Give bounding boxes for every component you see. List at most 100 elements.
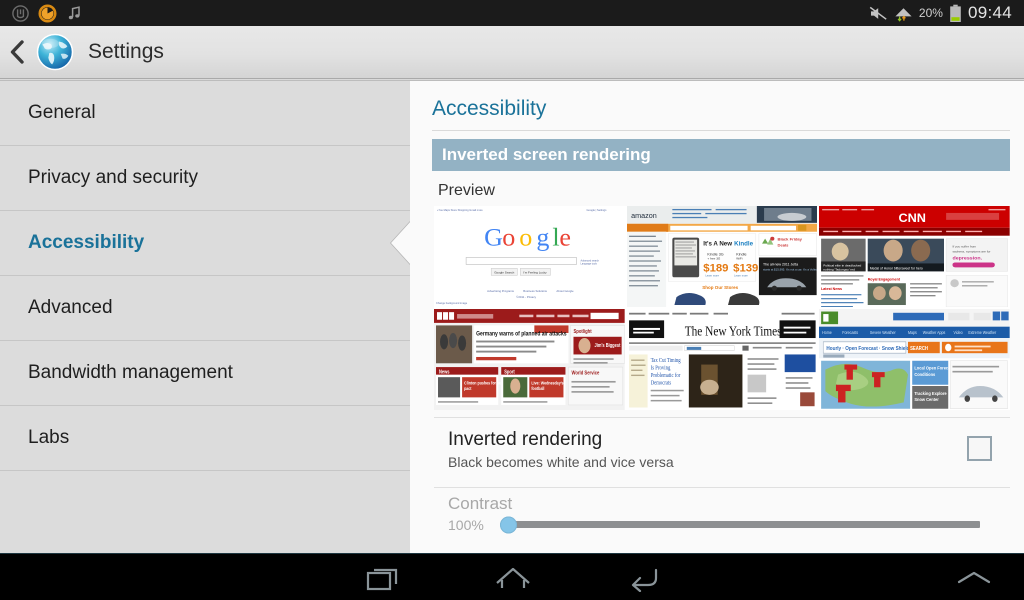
sidebar-item-privacy-and-security[interactable]: Privacy and security <box>0 146 410 211</box>
svg-text:Medal of Honor bittersweet for: Medal of Honor bittersweet for hero <box>870 266 923 270</box>
inverted-rendering-row[interactable]: Inverted rendering Black becomes white a… <box>434 418 1010 480</box>
chevron-up-icon <box>957 571 991 583</box>
svg-text:Germany warns of planned air a: Germany warns of planned air attacks <box>476 331 566 338</box>
svg-text:Jim's Biggest: Jim's Biggest <box>595 342 621 348</box>
content-area: General Privacy and security Accessibili… <box>0 80 1024 600</box>
sidebar-item-label: General <box>28 102 96 123</box>
svg-text:Weather Apps: Weather Apps <box>923 330 946 335</box>
contrast-label: Contrast <box>448 493 513 513</box>
expand-notifications-button[interactable] <box>939 554 1009 600</box>
svg-text:Forecasts: Forecasts <box>843 330 859 335</box>
svg-text:Business Solutions: Business Solutions <box>523 289 547 293</box>
page-title: Settings <box>88 40 164 63</box>
svg-text:Hourly · Open Forecast · Snow: Hourly · Open Forecast · Snow Shield <box>827 346 910 353</box>
svg-text:o: o <box>519 223 532 252</box>
svg-text:News: News <box>439 369 450 375</box>
sidebar-item-label: Accessibility <box>28 232 145 253</box>
svg-text:Learn more: Learn more <box>734 273 748 277</box>
sidebar-item-accessibility[interactable]: Accessibility <box>0 211 411 276</box>
new-york-times-thumbnail: The New York Times Tax Cut Timing Is Pro… <box>626 309 818 410</box>
amazon-homepage-thumbnail: amazon It's A New Kindle Kindle 3G Kindl… <box>626 206 818 307</box>
svg-text:The New York Times: The New York Times <box>684 323 781 338</box>
music-note-icon <box>68 5 80 19</box>
google-homepage-thumbnail: +You Maps Store Shopping Gmail more Goog… <box>434 206 625 307</box>
svg-text:CNN: CNN <box>899 211 927 225</box>
volume-muted-icon <box>869 6 887 20</box>
svg-text:nothing 'Tadongso' red: nothing 'Tadongso' red <box>824 267 856 271</box>
sidebar-item-bandwidth-management[interactable]: Bandwidth management <box>0 341 410 406</box>
contrast-slider[interactable] <box>500 516 980 534</box>
sidebar-item-label: Advanced <box>28 297 113 318</box>
inverted-rendering-texts: Inverted rendering Black becomes white a… <box>448 428 967 470</box>
svg-text:Advertising Programs: Advertising Programs <box>487 289 514 293</box>
svg-text:I'm Feeling Lucky: I'm Feeling Lucky <box>523 270 547 274</box>
back-button-nav[interactable] <box>598 554 688 600</box>
system-navigation-bar <box>0 553 1024 600</box>
svg-text:World Service: World Service <box>571 370 599 377</box>
settings-sidebar: General Privacy and security Accessibili… <box>0 80 411 600</box>
svg-text:Google | Settings: Google | Settings <box>587 208 608 212</box>
status-bar: 20% 09:44 <box>0 0 1024 26</box>
svg-text:pact: pact <box>464 385 472 391</box>
back-arrow-icon <box>631 568 658 592</box>
inverted-rendering-subtitle: Black becomes white and vice versa <box>448 453 674 470</box>
svg-text:Kindle: Kindle <box>734 242 753 248</box>
recent-apps-icon <box>366 568 398 590</box>
svg-text:Extreme Weather: Extreme Weather <box>969 330 998 335</box>
title-bar: Settings <box>0 26 1024 79</box>
svg-text:Sport: Sport <box>504 369 515 375</box>
contrast-slider-thumb[interactable] <box>500 516 517 534</box>
svg-text:sadness, symptoms are for: sadness, symptoms are for <box>953 250 991 254</box>
svg-text:Shop Our Stores: Shop Our Stores <box>702 285 738 290</box>
battery-percent-label: 20% <box>918 6 943 20</box>
svg-text:$189: $189 <box>703 263 728 275</box>
clock-label: 09:44 <box>967 3 1012 22</box>
svg-text:Tax Cut Timing: Tax Cut Timing <box>650 358 680 365</box>
panel-heading: Accessibility <box>432 81 1010 131</box>
svg-text:Latest News: Latest News <box>821 287 842 291</box>
svg-text:Royal Engagement: Royal Engagement <box>868 277 901 281</box>
svg-text:SEARCH: SEARCH <box>910 346 928 351</box>
back-button[interactable] <box>0 26 34 79</box>
battery-icon <box>950 4 961 22</box>
selected-item-pointer-icon <box>391 221 411 265</box>
svg-text:+ free 3G: + free 3G <box>707 257 721 261</box>
svg-text:Democrats: Democrats <box>650 380 671 387</box>
inverted-rendering-checkbox[interactable] <box>967 436 992 462</box>
status-bar-system-icons[interactable]: 20% 09:44 <box>869 3 1024 23</box>
sidebar-item-general[interactable]: General <box>0 81 410 146</box>
bbc-news-thumbnail: Germany warns of planned air attacks Spo… <box>434 309 625 410</box>
status-bar-notifications[interactable] <box>0 4 83 23</box>
svg-text:If you suffer from: If you suffer from <box>953 245 977 249</box>
svg-text:Black Friday: Black Friday <box>777 237 802 242</box>
home-button[interactable] <box>468 554 558 600</box>
sidebar-item-labs[interactable]: Labs <box>0 406 410 471</box>
svg-text:Maps: Maps <box>908 330 917 335</box>
svg-text:Language tools: Language tools <box>581 262 598 265</box>
tablet-screen: 20% 09:44 Settings General Privacy and s… <box>0 0 1024 600</box>
svg-text:Spotlight: Spotlight <box>573 329 592 336</box>
sidebar-item-advanced[interactable]: Advanced <box>0 276 410 341</box>
recent-apps-button[interactable] <box>338 554 428 600</box>
svg-text:Video: Video <box>954 330 964 335</box>
svg-text:+You Maps Store Shopping Gmail: +You Maps Store Shopping Gmail more <box>437 208 483 212</box>
svg-text:Conditions: Conditions <box>915 372 936 377</box>
svg-text:Snow Center: Snow Center <box>915 397 940 402</box>
sidebar-item-label: Labs <box>28 427 70 448</box>
app-badge-icon <box>12 4 29 22</box>
svg-text:Home: Home <box>823 330 833 335</box>
svg-text:Tracking Explore: Tracking Explore <box>915 391 948 396</box>
svg-text:Severe Weather: Severe Weather <box>870 330 897 335</box>
wifi-signal-icon <box>895 7 912 22</box>
svg-text:It's A New: It's A New <box>703 242 732 248</box>
accessibility-panel: Accessibility Inverted screen rendering … <box>410 80 1024 553</box>
svg-text:Problematic for: Problematic for <box>650 372 680 380</box>
cnn-homepage-thumbnail: CNN Political elite in deadlocked nothin… <box>819 206 1010 307</box>
svg-text:The all-new 2011 Jetta: The all-new 2011 Jetta <box>763 262 798 266</box>
svg-text:Is Proving: Is Proving <box>650 365 670 372</box>
preview-image-grid[interactable]: +You Maps Store Shopping Gmail more Goog… <box>434 206 1010 410</box>
browser-globe-icon <box>36 33 74 71</box>
svg-text:G: G <box>484 223 503 252</box>
contrast-slider-line: 100% <box>448 516 1010 534</box>
sidebar-item-label: Bandwidth management <box>28 362 233 383</box>
